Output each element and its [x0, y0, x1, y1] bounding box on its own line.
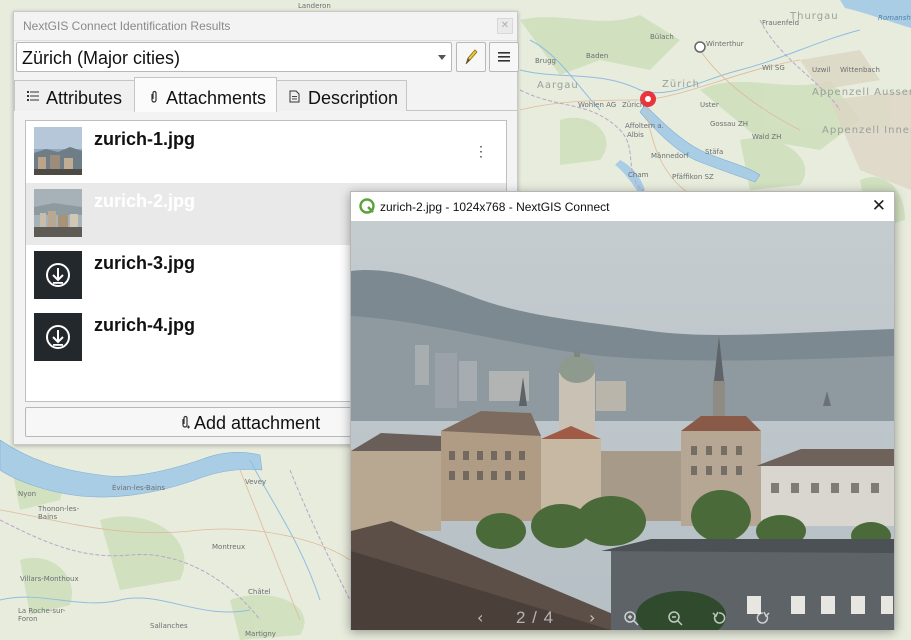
- panel-titlebar[interactable]: NextGIS Connect Identification Results ✕: [14, 12, 517, 41]
- map-label-appenzell-i: Appenzell Innerr: [822, 125, 911, 136]
- attachment-thumbnail: [34, 251, 82, 299]
- edit-button[interactable]: [456, 42, 486, 72]
- tab-attributes[interactable]: Attributes: [14, 80, 135, 111]
- image-viewer-window: zurich-2.jpg - 1024x768 - NextGIS Connec…: [350, 191, 895, 640]
- attachment-name: zurich-3.jpg: [94, 253, 196, 273]
- map-label-landeron: Landeron: [298, 2, 331, 10]
- zoom-in-icon[interactable]: [623, 610, 639, 626]
- map-label-roche: La Roche-sur- Foron: [18, 607, 66, 623]
- map-label-frauenfeld: Frauenfeld: [762, 19, 800, 27]
- map-label-villars: Villars-Monthoux: [20, 575, 79, 583]
- attachment-item[interactable]: zurich-1.jpg ⋮: [26, 121, 506, 183]
- feature-row: Zürich (Major cities): [16, 42, 519, 72]
- map-label-affoltern: Affoltern a.: [625, 122, 664, 130]
- feature-combobox-value: Zürich (Major cities): [22, 48, 181, 68]
- hamburger-icon: [498, 52, 510, 62]
- map-label-winterthur: Winterthur: [706, 40, 744, 48]
- menu-button[interactable]: [489, 42, 519, 72]
- map-label-mannedorf: Männedorf: [651, 152, 689, 160]
- map-label-martigny: Martigny: [245, 630, 276, 638]
- attachment-name: zurich-1.jpg: [94, 129, 196, 149]
- rotate-right-icon[interactable]: [755, 610, 771, 626]
- prev-icon[interactable]: ‹: [477, 608, 483, 627]
- tab-attributes-label: Attributes: [46, 88, 123, 108]
- map-label-gossau: Gossau ZH: [710, 120, 749, 128]
- download-icon: [34, 313, 82, 361]
- map-label-zurich-city: Zürich: [622, 101, 645, 109]
- zurich-photo: [351, 221, 894, 640]
- map-label-evian: Évian-les-Bains: [112, 484, 166, 492]
- add-attachment-label: Add attachment: [194, 413, 321, 433]
- attachment-thumbnail: [34, 313, 82, 361]
- map-label-nyon: Nyon: [18, 490, 37, 498]
- map-label-wil: Wil SG: [762, 64, 785, 72]
- attachment-thumbnail: [34, 189, 82, 237]
- close-icon[interactable]: ✕: [497, 18, 513, 34]
- map-label-sallanches: Sallanches: [150, 622, 188, 630]
- tab-attachments[interactable]: Attachments: [134, 77, 277, 112]
- download-icon: [34, 251, 82, 299]
- map-label-brugg: Brugg: [535, 57, 557, 65]
- map-label-pfaffikon: Pfäffikon SZ: [672, 173, 714, 181]
- map-label-zurich-region: Zürich: [662, 79, 700, 90]
- map-label-vevey: Vevey: [245, 478, 267, 486]
- next-icon[interactable]: ›: [589, 608, 595, 627]
- rotate-left-icon[interactable]: [711, 610, 727, 626]
- attachment-name: zurich-4.jpg: [94, 315, 196, 335]
- close-icon[interactable]: ✕: [872, 196, 886, 216]
- page-counter: 2 / 4: [516, 608, 555, 627]
- map-label-thonon: Thonon-les- Bains: [38, 505, 80, 521]
- panel-title: NextGIS Connect Identification Results: [23, 19, 231, 33]
- viewer-titlebar[interactable]: zurich-2.jpg - 1024x768 - NextGIS Connec…: [351, 192, 894, 220]
- document-icon: [289, 90, 300, 103]
- tab-description[interactable]: Description: [276, 80, 407, 111]
- map-label-cham: Cham: [628, 171, 649, 179]
- nextgis-logo-icon: [359, 198, 375, 214]
- pencil-icon: [465, 49, 478, 65]
- map-label-appenzell-a: Appenzell Ausserrh: [812, 87, 911, 98]
- map-label-wittenbach: Wittenbach: [840, 66, 880, 74]
- attachment-thumbnail: [34, 127, 82, 175]
- map-label-albis: Albis: [627, 131, 644, 139]
- tab-attachments-label: Attachments: [166, 88, 267, 108]
- chevron-down-icon: [438, 55, 446, 60]
- map-label-bulach: Bülach: [650, 33, 674, 41]
- map-label-aargau: Aargau: [537, 80, 579, 91]
- attachment-name: zurich-2.jpg: [94, 191, 196, 211]
- map-label-romanshorn: Romansho: [878, 14, 911, 22]
- feature-combobox[interactable]: Zürich (Major cities): [16, 42, 452, 72]
- photo-canvas[interactable]: ‹ 2 / 4 ›: [351, 221, 894, 640]
- map-label-baden: Baden: [586, 52, 609, 60]
- more-options-icon[interactable]: ⋮: [474, 143, 488, 160]
- map-label-chatel: Châtel: [248, 588, 271, 596]
- tab-bar: Attributes Attachments Description: [14, 77, 517, 112]
- map-label-stafa: Stäfa: [705, 148, 724, 156]
- viewer-title: zurich-2.jpg - 1024x768 - NextGIS Connec…: [380, 200, 610, 214]
- map-label-montreux: Montreux: [212, 543, 246, 551]
- zoom-out-icon[interactable]: [667, 610, 683, 626]
- map-label-uzwil: Uzwil: [812, 66, 831, 74]
- map-label-uster: Uster: [700, 101, 719, 109]
- map-label-wohlen: Wohlen AG: [578, 101, 617, 109]
- list-icon: [27, 91, 39, 101]
- tab-description-label: Description: [308, 88, 399, 108]
- paperclip-plus-icon: [182, 415, 190, 429]
- map-label-wald: Wald ZH: [752, 133, 782, 141]
- paperclip-icon: [151, 90, 157, 103]
